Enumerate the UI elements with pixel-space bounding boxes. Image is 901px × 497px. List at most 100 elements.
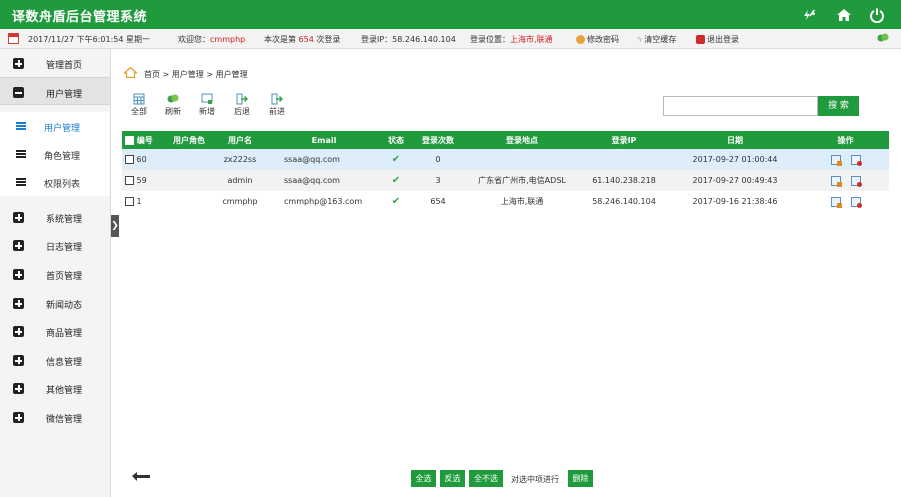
edit-icon[interactable] (830, 154, 842, 166)
app-title: 译数舟盾后台管理系统 (12, 10, 148, 25)
sidebar-item-other[interactable]: 其他管理 (0, 374, 110, 402)
sidebar-item-home[interactable]: 管理首页 (0, 49, 110, 77)
cell-login-count: 0 (412, 149, 464, 170)
expand-icon (13, 212, 24, 223)
header-login-place: 登录地点 (464, 131, 580, 149)
select-all-checkbox[interactable] (125, 135, 134, 145)
return-icon[interactable] (130, 471, 152, 483)
user-table: 编号 用户角色 用户名 Email 状态 登录次数 登录地点 登录IP 日期 操… (122, 131, 889, 212)
sidebar-item-info[interactable]: 信息管理 (0, 346, 110, 374)
cell-login-ip: 58.246.140.104 (580, 191, 668, 212)
search-button[interactable]: 搜 索 (818, 96, 859, 116)
sidebar-sub-permissions[interactable]: 权限列表 (0, 168, 110, 196)
flash-icon: ϟ (637, 35, 643, 44)
expand-icon (13, 269, 24, 280)
table-header: 编号 用户角色 用户名 Email 状态 登录次数 登录地点 登录IP 日期 操… (122, 131, 889, 149)
sidebar-sub-user-manage[interactable]: 用户管理 (0, 112, 110, 140)
cell-role (166, 170, 212, 191)
welcome-text: 欢迎您：cmmphp (178, 35, 246, 44)
leaf-icon[interactable] (877, 32, 889, 46)
sidebar-item-products[interactable]: 商品管理 (0, 317, 110, 345)
delete-icon[interactable] (850, 154, 862, 166)
header-date: 日期 (668, 131, 802, 149)
table-row[interactable]: 1 cmmphp cmmphp@163.com ✔ 654 上海市,联通 58.… (122, 191, 889, 212)
logout-link[interactable]: 退出登录 (696, 34, 739, 45)
expand-icon (13, 58, 24, 69)
back-button[interactable]: 后退 (229, 93, 255, 117)
status-check-icon: ✔ (391, 154, 401, 165)
sidebar-item-wechat[interactable]: 微信管理 (0, 403, 110, 431)
expand-icon (13, 355, 24, 366)
current-user: cmmphp (210, 35, 246, 44)
invert-selection-button[interactable]: 反选 (440, 470, 465, 487)
calendar-icon (8, 33, 19, 44)
cell-username: admin (212, 170, 268, 191)
sidebar-item-logs[interactable]: 日志管理 (0, 231, 110, 259)
all-button[interactable]: 全部 (126, 93, 152, 117)
back-icon (236, 93, 249, 105)
sidebar-item-users[interactable]: 用户管理 (0, 77, 110, 105)
row-checkbox[interactable] (125, 155, 134, 164)
home-icon[interactable] (834, 5, 854, 25)
cell-email: ssaa@qq.com (268, 149, 380, 170)
sidebar-item-homepage[interactable]: 首页管理 (0, 260, 110, 288)
power-icon[interactable] (867, 5, 887, 25)
change-password-link[interactable]: 修改密码 (576, 34, 619, 45)
batch-delete-button[interactable]: 删除 (568, 470, 593, 487)
home-icon (124, 67, 137, 78)
login-location: 登录位置：上海市,联通 (470, 35, 553, 44)
row-checkbox[interactable] (125, 197, 134, 206)
grid-icon (133, 93, 145, 105)
edit-icon[interactable] (830, 196, 842, 208)
forward-button[interactable]: 前进 (264, 93, 290, 117)
cell-id: 60 (136, 155, 147, 164)
expand-icon (13, 383, 24, 394)
cell-id: 59 (136, 176, 147, 185)
cell-login-count: 654 (412, 191, 464, 212)
sidebar-item-news[interactable]: 新闻动态 (0, 289, 110, 317)
status-check-icon: ✔ (391, 196, 401, 207)
search-input[interactable] (663, 96, 818, 116)
header-actions: 操作 (802, 131, 889, 149)
header-id: 编号 (122, 131, 166, 149)
cell-date: 2017-09-27 01:00:44 (668, 149, 802, 170)
cell-date: 2017-09-27 00:49:43 (668, 170, 802, 191)
cell-login-count: 3 (412, 170, 464, 191)
row-checkbox[interactable] (125, 176, 134, 185)
cell-login-place (464, 149, 580, 170)
list-icon (16, 178, 26, 186)
login-count-text: 本次是第 654 次登录 (264, 35, 341, 44)
collapse-icon (13, 87, 24, 98)
refresh-button[interactable]: 刷新 (160, 93, 186, 117)
refresh-icon[interactable] (799, 5, 819, 25)
delete-icon[interactable] (850, 196, 862, 208)
delete-icon[interactable] (850, 175, 862, 187)
expand-icon (13, 412, 24, 423)
header-email: Email (268, 131, 380, 149)
login-ip: 登录IP：58.246.140.104 (361, 35, 456, 44)
sidebar-sub-role-manage[interactable]: 角色管理 (0, 140, 110, 168)
logout-icon (696, 35, 705, 44)
cell-id: 1 (136, 197, 142, 206)
cell-role (166, 191, 212, 212)
clear-cache-link[interactable]: ϟ 清空缓存 (637, 34, 676, 45)
header-status: 状态 (380, 131, 412, 149)
table-row[interactable]: 60 zx222ss ssaa@qq.com ✔ 0 2017-09-27 01… (122, 149, 889, 170)
list-icon (16, 150, 26, 158)
edit-icon[interactable] (830, 175, 842, 187)
header-role: 用户角色 (166, 131, 212, 149)
cell-login-place: 上海市,联通 (464, 191, 580, 212)
expand-icon (13, 240, 24, 251)
table-row[interactable]: 59 admin ssaa@qq.com ✔ 3 广东省广州市,电信ADSL 6… (122, 170, 889, 191)
sidebar-item-system[interactable]: 系统管理 (0, 203, 110, 231)
forward-icon (271, 93, 284, 105)
datetime: 2017/11/27 下午6:01:54 星期一 (28, 35, 151, 44)
info-bar: 2017/11/27 下午6:01:54 星期一 欢迎您：cmmphp 本次是第… (0, 29, 901, 49)
header-login-count: 登录次数 (412, 131, 464, 149)
cell-username: cmmphp (212, 191, 268, 212)
list-icon (16, 122, 26, 130)
select-none-button[interactable]: 全不选 (469, 470, 503, 487)
sidebar-toggle-button[interactable]: ❯ (111, 215, 119, 237)
add-button[interactable]: 新增 (194, 93, 220, 117)
select-all-button[interactable]: 全选 (411, 470, 436, 487)
